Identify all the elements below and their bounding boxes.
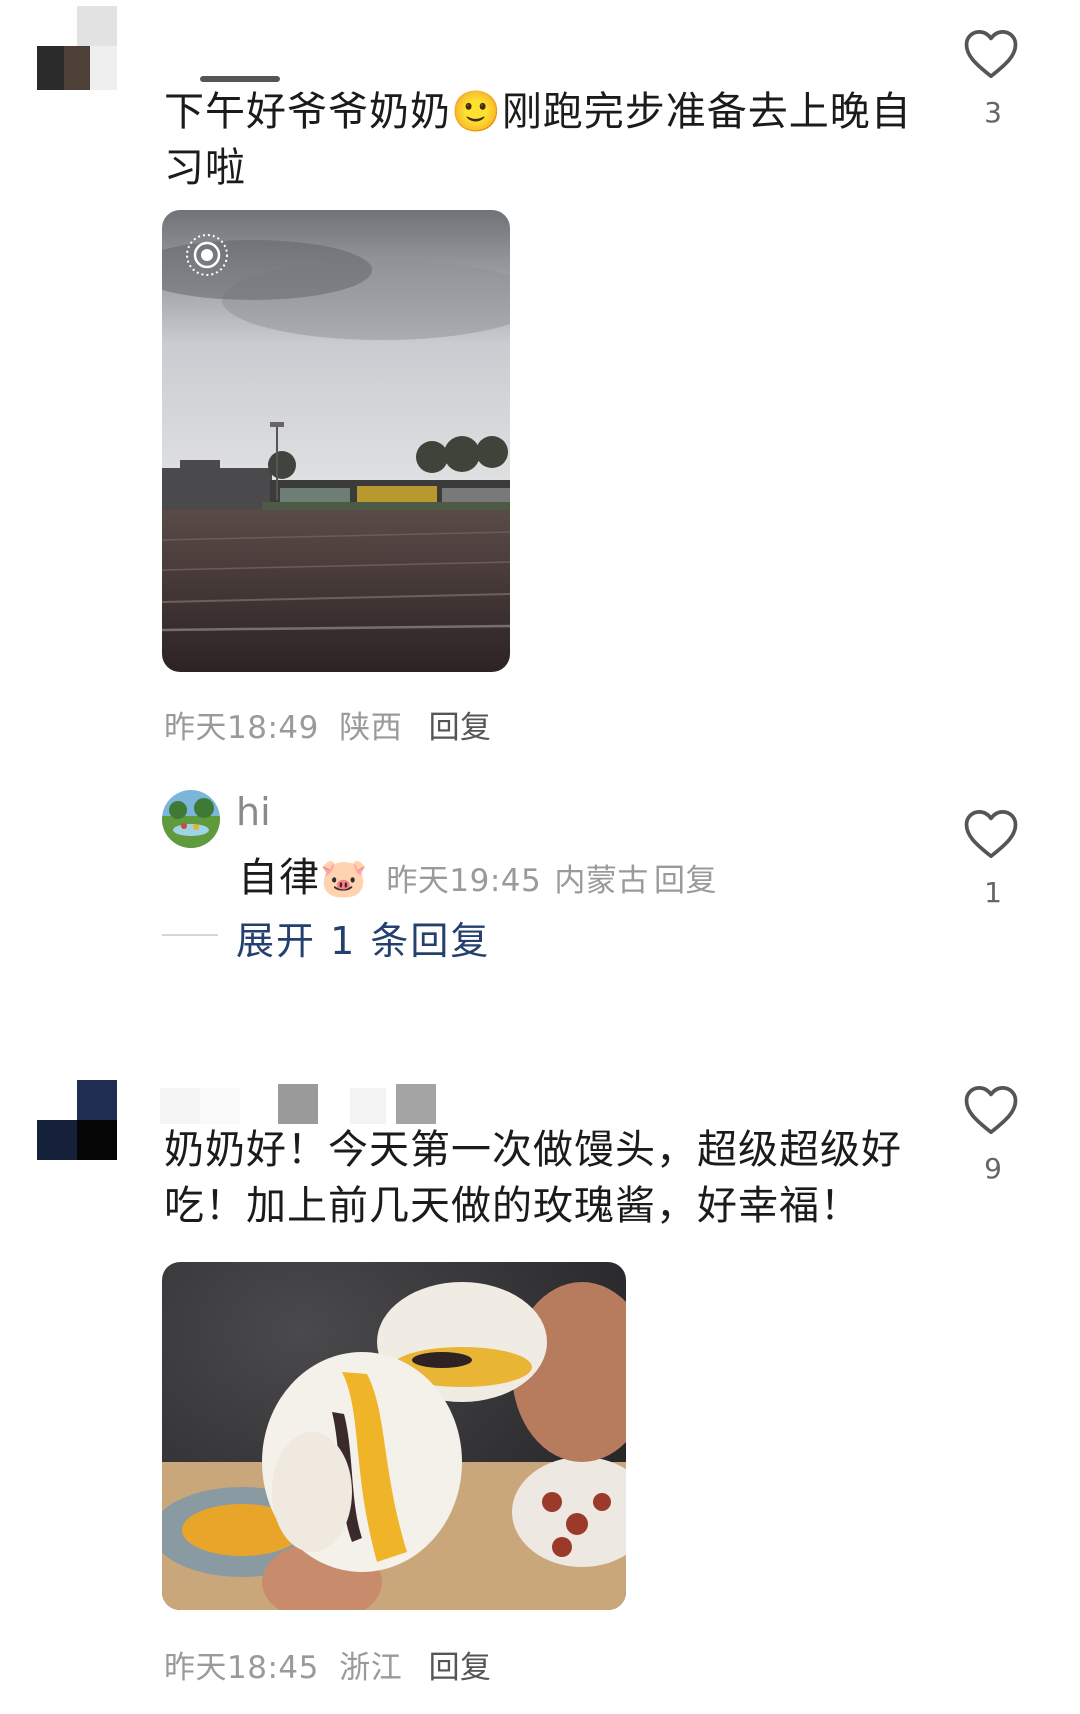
username-blur[interactable] [200,76,280,82]
reply-location: 内蒙古 [554,863,649,899]
track-photo-image [162,210,510,672]
comment-photo-track[interactable] [162,210,510,672]
comment-meta: 昨天18:45 浙江 回复 [164,1642,492,1687]
username-blur[interactable] [160,1084,440,1124]
reply-comment: hi 自律🐷 昨天19:45 内蒙古 回复 1 展开 1 条回复 [0,780,1080,990]
bun-photo-image [162,1262,626,1610]
reply-like-button[interactable] [963,808,1023,868]
reply-button[interactable]: 回复 [429,710,492,746]
reply-timestamp: 昨天19:45 [386,863,542,899]
like-button[interactable] [963,28,1023,88]
comment-text: 奶奶好！今天第一次做馒头，超级超级好 吃！加上前几天做的玫瑰酱，好幸福！ [164,1127,902,1229]
reply-reply-button[interactable]: 回复 [654,863,717,899]
location: 陕西 [339,710,403,746]
comment-photo-bun[interactable] [162,1262,626,1610]
reply-username[interactable]: hi [236,790,271,834]
location: 浙江 [339,1650,403,1686]
comment-meta: 昨天18:49 陕西 回复 [164,702,492,747]
expand-divider [162,934,218,936]
like-count: 9 [984,1152,1002,1185]
avatar-mosaic-lower [37,46,118,90]
smile-emoji: 🙂 [451,89,502,135]
like-button[interactable] [963,1084,1023,1144]
reply-button[interactable]: 回复 [429,1650,492,1686]
heart-outline-icon [964,809,1018,859]
expand-replies-button[interactable]: 展开 1 条回复 [236,910,490,965]
like-count: 3 [984,96,1002,129]
avatar[interactable] [37,1080,117,1160]
reply-content: 自律🐷 昨天19:45 内蒙古 回复 [238,850,717,906]
timestamp: 昨天18:49 [164,710,319,746]
timestamp: 昨天18:45 [164,1650,319,1686]
live-photo-icon[interactable] [184,232,230,278]
heart-outline-icon [964,1085,1018,1135]
comment-2: 奶奶好！今天第一次做馒头，超级超级好 吃！加上前几天做的玫瑰酱，好幸福！ 9 昨… [0,1060,1080,1714]
pig-emoji: 🐷 [320,856,368,900]
comment-1: 下午好爷爷奶奶🙂刚跑完步准备去上晚自 习啦 3 昨天18:49 陕西 回复 [0,0,1080,746]
heart-outline-icon [964,29,1018,79]
reply-avatar[interactable] [162,790,220,848]
comment-text: 下午好爷爷奶奶🙂刚跑完步准备去上晚自 习啦 [164,89,912,191]
reply-text: 自律 [238,855,320,901]
reply-like-count: 1 [984,876,1002,909]
